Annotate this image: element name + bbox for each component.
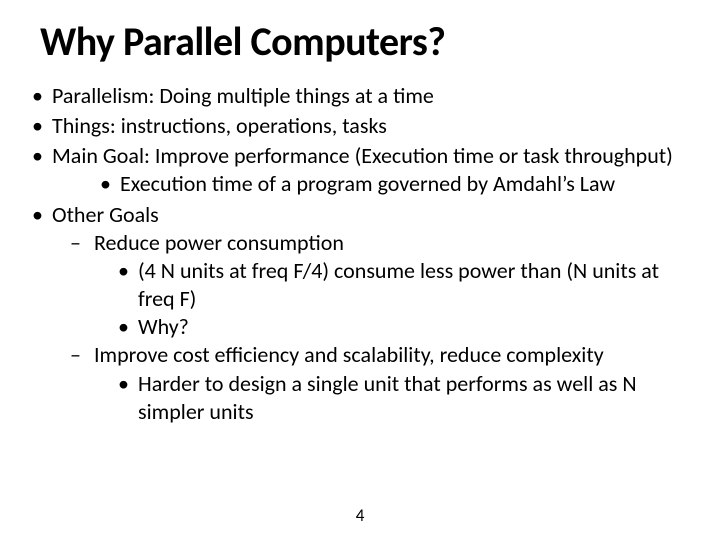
cost-efficiency-sublist: Harder to design a single unit that perf… <box>94 370 692 426</box>
bullet-other-goals: Other Goals Reduce power consumption (4 … <box>28 201 692 426</box>
bullet-things: Things: instructions, operations, tasks <box>28 112 692 140</box>
bullet-amdahl: Execution time of a program governed by … <box>96 170 692 198</box>
page-number: 4 <box>356 505 365 526</box>
bullet-cost-efficiency-text: Improve cost efficiency and scalability,… <box>94 341 604 368</box>
bullet-parallelism: Parallelism: Doing multiple things at a … <box>28 82 692 110</box>
bullet-reduce-power-text: Reduce power consumption <box>94 229 344 256</box>
bullet-main-goal: Main Goal: Improve performance (Executio… <box>28 142 692 198</box>
other-goals-sublist: Reduce power consumption (4 N units at f… <box>52 229 692 426</box>
main-goal-sublist: Execution time of a program governed by … <box>52 170 692 198</box>
bullet-power-example: (4 N units at freq F/4) consume less pow… <box>116 257 692 313</box>
slide-title: Why Parallel Computers? <box>40 20 692 64</box>
bullet-main-goal-text: Main Goal: Improve performance (Executio… <box>52 142 673 169</box>
bullet-why: Why? <box>116 313 692 341</box>
bullet-list: Parallelism: Doing multiple things at a … <box>28 82 692 426</box>
reduce-power-sublist: (4 N units at freq F/4) consume less pow… <box>94 257 692 341</box>
slide: Why Parallel Computers? Parallelism: Doi… <box>0 0 720 540</box>
bullet-cost-efficiency: Improve cost efficiency and scalability,… <box>68 341 692 425</box>
bullet-harder-design: Harder to design a single unit that perf… <box>116 370 692 426</box>
bullet-reduce-power: Reduce power consumption (4 N units at f… <box>68 229 692 342</box>
bullet-other-goals-text: Other Goals <box>52 201 159 228</box>
